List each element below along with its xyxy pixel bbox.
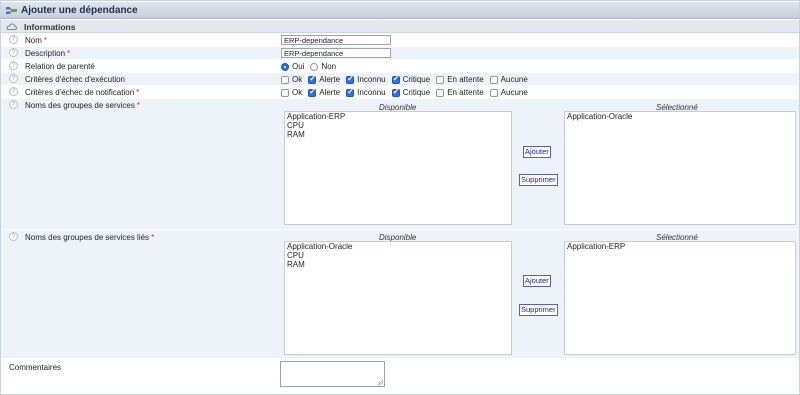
list-item[interactable]: Application-ERP bbox=[565, 242, 795, 251]
help-icon[interactable]: ? bbox=[9, 61, 18, 70]
dependency-icon bbox=[6, 7, 17, 14]
list-item[interactable]: Application-Oracle bbox=[285, 242, 511, 251]
list-item[interactable]: Application-Oracle bbox=[565, 112, 795, 121]
aucune-checkbox[interactable] bbox=[489, 75, 498, 84]
checkbox-label: Alerte bbox=[319, 75, 341, 84]
list-item[interactable]: RAM bbox=[285, 260, 511, 269]
available-groups-list[interactable]: Application-ERP CPU RAM bbox=[284, 111, 512, 225]
inconnu-checkbox[interactable] bbox=[346, 74, 355, 84]
help-icon[interactable]: ? bbox=[9, 48, 18, 57]
section-title: Informations bbox=[24, 22, 76, 32]
description-label: Description * bbox=[25, 49, 71, 58]
row-notif-criteria: ? Critères d'échec de notification* Ok Al… bbox=[1, 86, 799, 98]
non-radio[interactable] bbox=[310, 62, 319, 71]
alerte-checkbox[interactable] bbox=[308, 74, 317, 84]
relation-label: Relation de parenté bbox=[25, 62, 95, 71]
row-relation: ? Relation de parenté Oui Non bbox=[1, 60, 799, 72]
comments-textarea[interactable] bbox=[280, 361, 385, 387]
comments-label: Commentaires bbox=[9, 363, 62, 372]
row-service-groups: ? Noms des groupes de services * Disponib… bbox=[1, 99, 799, 229]
remove-button[interactable]: Supprimer bbox=[519, 174, 558, 186]
critique-checkbox[interactable] bbox=[391, 87, 400, 97]
checkbox-label: Critique bbox=[402, 75, 431, 84]
section-header: Informations bbox=[1, 20, 799, 33]
notif-criteria-label: Critères d'échec de notification * bbox=[25, 88, 140, 97]
checkbox-label: Ok bbox=[292, 88, 303, 97]
nom-input[interactable] bbox=[281, 35, 391, 45]
checkbox-label: Ok bbox=[292, 75, 303, 84]
title-bar: Ajouter une dépendance bbox=[1, 2, 799, 19]
row-comments: Commentaires bbox=[1, 359, 799, 393]
alerte-checkbox[interactable] bbox=[308, 87, 317, 97]
ok-checkbox[interactable] bbox=[281, 88, 289, 97]
required-marker: * bbox=[67, 49, 71, 58]
resize-grip-icon[interactable] bbox=[378, 380, 383, 385]
required-marker: * bbox=[136, 101, 140, 110]
nom-label: Nom * bbox=[25, 36, 48, 45]
exec-criteria-label: Critères d'échec d'exécution bbox=[25, 75, 125, 84]
help-icon[interactable]: ? bbox=[9, 232, 18, 241]
row-exec-criteria: ? Critères d'échec d'exécution Ok Alerte I… bbox=[1, 73, 799, 85]
required-marker: * bbox=[151, 233, 155, 242]
checkbox-label: Alerte bbox=[319, 88, 341, 97]
selected-linked-groups-list[interactable]: Application-ERP bbox=[564, 241, 796, 355]
required-marker: * bbox=[136, 88, 140, 97]
list-item[interactable]: RAM bbox=[285, 130, 511, 139]
ok-checkbox[interactable] bbox=[281, 75, 289, 84]
list-item[interactable]: Application-ERP bbox=[285, 112, 511, 121]
service-groups-label: Noms des groupes de services * bbox=[25, 101, 140, 110]
help-icon[interactable]: ? bbox=[9, 35, 18, 44]
page-title: Ajouter une dépendance bbox=[21, 5, 138, 16]
oui-label: Oui bbox=[292, 62, 305, 71]
row-description: ? Description * bbox=[1, 47, 799, 59]
row-linked-groups: ? Noms des groupes de services liés * Dis… bbox=[1, 230, 799, 358]
list-item[interactable]: CPU bbox=[285, 121, 511, 130]
add-button[interactable]: Ajouter bbox=[523, 275, 551, 287]
cloud-icon bbox=[6, 23, 17, 30]
help-icon[interactable]: ? bbox=[9, 87, 18, 96]
notif-criteria-options: Ok Alerte Inconnu Critique En attente Aucune bbox=[281, 87, 531, 97]
help-icon[interactable]: ? bbox=[9, 100, 18, 109]
list-item[interactable]: CPU bbox=[285, 251, 511, 260]
selected-groups-list[interactable]: Application-Oracle bbox=[564, 111, 796, 225]
checkbox-label: Inconnu bbox=[357, 88, 386, 97]
row-nom: ? Nom * bbox=[1, 34, 799, 46]
critique-checkbox[interactable] bbox=[391, 74, 400, 84]
aucune-checkbox[interactable] bbox=[489, 88, 498, 97]
en-attente-checkbox[interactable] bbox=[436, 88, 445, 97]
remove-button[interactable]: Supprimer bbox=[519, 304, 558, 316]
required-marker: * bbox=[43, 36, 48, 45]
description-input[interactable] bbox=[281, 48, 391, 58]
checkbox-label: Aucune bbox=[500, 75, 528, 84]
checkbox-label: En attente bbox=[447, 75, 484, 84]
available-linked-groups-list[interactable]: Application-Oracle CPU RAM bbox=[284, 241, 512, 355]
non-label: Non bbox=[321, 62, 337, 71]
en-attente-checkbox[interactable] bbox=[436, 75, 445, 84]
inconnu-checkbox[interactable] bbox=[346, 87, 355, 97]
linked-groups-label: Noms des groupes de services liés * bbox=[25, 233, 155, 242]
exec-criteria-options: Ok Alerte Inconnu Critique En attente Aucune bbox=[281, 74, 531, 84]
help-icon[interactable]: ? bbox=[9, 74, 18, 83]
checkbox-label: Critique bbox=[402, 88, 431, 97]
add-button[interactable]: Ajouter bbox=[523, 146, 551, 158]
relation-radio-group: Oui Non bbox=[281, 62, 339, 71]
oui-radio[interactable] bbox=[281, 62, 289, 71]
checkbox-label: Inconnu bbox=[357, 75, 386, 84]
checkbox-label: Aucune bbox=[500, 88, 528, 97]
checkbox-label: En attente bbox=[447, 88, 484, 97]
